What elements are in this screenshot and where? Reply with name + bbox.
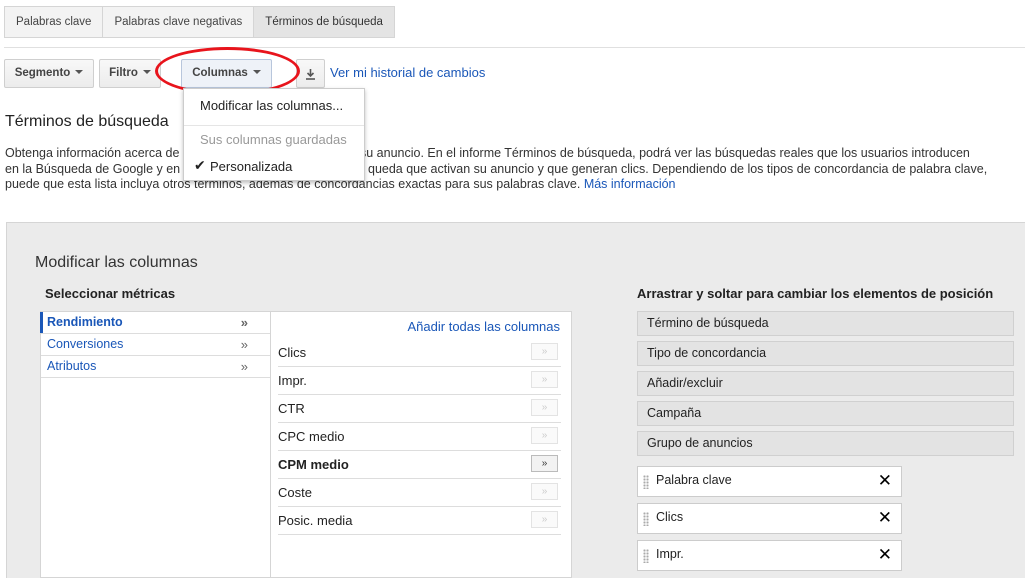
filter-label: Filtro [109, 67, 138, 79]
columns-dropdown-menu: Modificar las columnas... Sus columnas g… [183, 88, 365, 181]
metric-list: Añadir todas las columnas Clics » Impr. … [270, 311, 572, 578]
add-metric-button[interactable]: » [531, 371, 558, 388]
selected-column-label: Impr. [656, 547, 684, 561]
caret-down-icon [142, 69, 151, 74]
fixed-column-grupo-anuncios: Grupo de anuncios [637, 431, 1014, 456]
desc-line-1b: su anuncio. En el informe Términos de bú… [360, 146, 970, 160]
add-metric-button[interactable]: » [531, 399, 558, 416]
drag-handle-icon[interactable] [643, 512, 649, 526]
filter-button[interactable]: Filtro [99, 59, 161, 88]
download-icon [306, 69, 315, 80]
metric-row-coste: Coste » [278, 479, 561, 507]
metric-label: CPC medio [278, 429, 345, 444]
remove-icon[interactable]: ✕ [878, 472, 892, 490]
selected-column-palabra-clave[interactable]: Palabra clave ✕ [637, 466, 902, 497]
fixed-column-termino: Término de búsqueda [637, 311, 1014, 336]
download-button[interactable] [296, 59, 325, 88]
remove-icon[interactable]: ✕ [878, 509, 892, 527]
add-metric-button[interactable]: » [531, 511, 558, 528]
double-chevron-right-icon: » [240, 359, 248, 374]
change-history-link[interactable]: Ver mi historial de cambios [330, 65, 485, 80]
drag-handle-icon[interactable] [643, 475, 649, 489]
checkmark-icon: ✔ [194, 157, 206, 173]
tab-bar: Palabras clave Palabras clave negativas … [4, 6, 395, 38]
menu-divider [184, 125, 364, 126]
category-atributos[interactable]: Atributos » [41, 356, 270, 378]
segment-button[interactable]: Segmento [4, 59, 94, 88]
remove-icon[interactable]: ✕ [878, 546, 892, 564]
add-metric-button[interactable]: » [531, 343, 558, 360]
add-all-columns-link[interactable]: Añadir todas las columnas [408, 319, 560, 334]
metric-row-ctr: CTR » [278, 395, 561, 423]
caret-down-icon [75, 69, 84, 74]
add-metric-button[interactable]: » [531, 427, 558, 444]
menu-item-custom[interactable]: Personalizada [210, 159, 292, 174]
metric-row-clics: Clics » [278, 339, 561, 367]
double-chevron-right-icon: » [240, 337, 248, 352]
metric-label: Impr. [278, 373, 307, 388]
drag-handle-icon[interactable] [643, 549, 649, 563]
desc-line-2b: queda que activan su anuncio y que gener… [368, 161, 988, 176]
metric-row-cpc-medio: CPC medio » [278, 423, 561, 451]
segment-label: Segmento [14, 67, 71, 79]
desc-line-1a: Obtenga información acerca de [5, 146, 180, 160]
page-title: Términos de búsqueda [5, 113, 169, 130]
more-info-link[interactable]: Más información [584, 177, 676, 191]
divider [4, 47, 1025, 48]
add-metric-button[interactable]: » [531, 483, 558, 500]
tab-palabras-clave-negativas[interactable]: Palabras clave negativas [103, 7, 255, 37]
select-metrics-heading: Seleccionar métricas [45, 286, 176, 301]
tab-terminos-de-busqueda[interactable]: Términos de búsqueda [254, 7, 394, 37]
fixed-column-anadir-excluir: Añadir/excluir [637, 371, 1014, 396]
page-description: Obtenga información acerca de su anuncio… [5, 146, 1015, 193]
metric-label: Posic. media [278, 513, 353, 528]
drag-drop-heading: Arrastrar y soltar para cambiar los elem… [637, 286, 994, 301]
selected-column-label: Palabra clave [656, 473, 732, 487]
category-label: Rendimiento [47, 315, 123, 329]
metric-row-posic-media: Posic. media » [278, 507, 561, 535]
fixed-column-tipo-concordancia: Tipo de concordancia [637, 341, 1014, 366]
menu-item-modify-columns[interactable]: Modificar las columnas... [200, 98, 343, 113]
metric-category-list: Rendimiento » Conversiones » Atributos » [40, 311, 271, 578]
selected-column-label: Clics [656, 510, 684, 524]
tab-palabras-clave[interactable]: Palabras clave [5, 7, 104, 37]
metric-row-impr: Impr. » [278, 367, 561, 395]
metric-label: CPM medio [278, 457, 349, 472]
metric-label: Coste [278, 485, 312, 500]
selected-column-impr[interactable]: Impr. ✕ [637, 540, 902, 571]
menu-header-saved-columns: Sus columnas guardadas [200, 132, 347, 147]
selected-column-clics[interactable]: Clics ✕ [637, 503, 902, 534]
metric-label: CTR [278, 401, 305, 416]
category-label: Atributos [47, 359, 97, 373]
category-label: Conversiones [47, 337, 124, 351]
panel-title: Modificar las columnas [35, 254, 198, 271]
category-conversiones[interactable]: Conversiones » [41, 334, 270, 356]
double-chevron-right-icon: » [240, 315, 248, 330]
category-rendimiento[interactable]: Rendimiento » [40, 312, 270, 334]
metric-row-cpm-medio: CPM medio » [278, 451, 561, 479]
desc-line-2a: en la Búsqueda de Google y en [5, 161, 181, 176]
metric-label: Clics [278, 345, 307, 360]
add-metric-button[interactable]: » [531, 455, 558, 472]
fixed-column-campana: Campaña [637, 401, 1014, 426]
